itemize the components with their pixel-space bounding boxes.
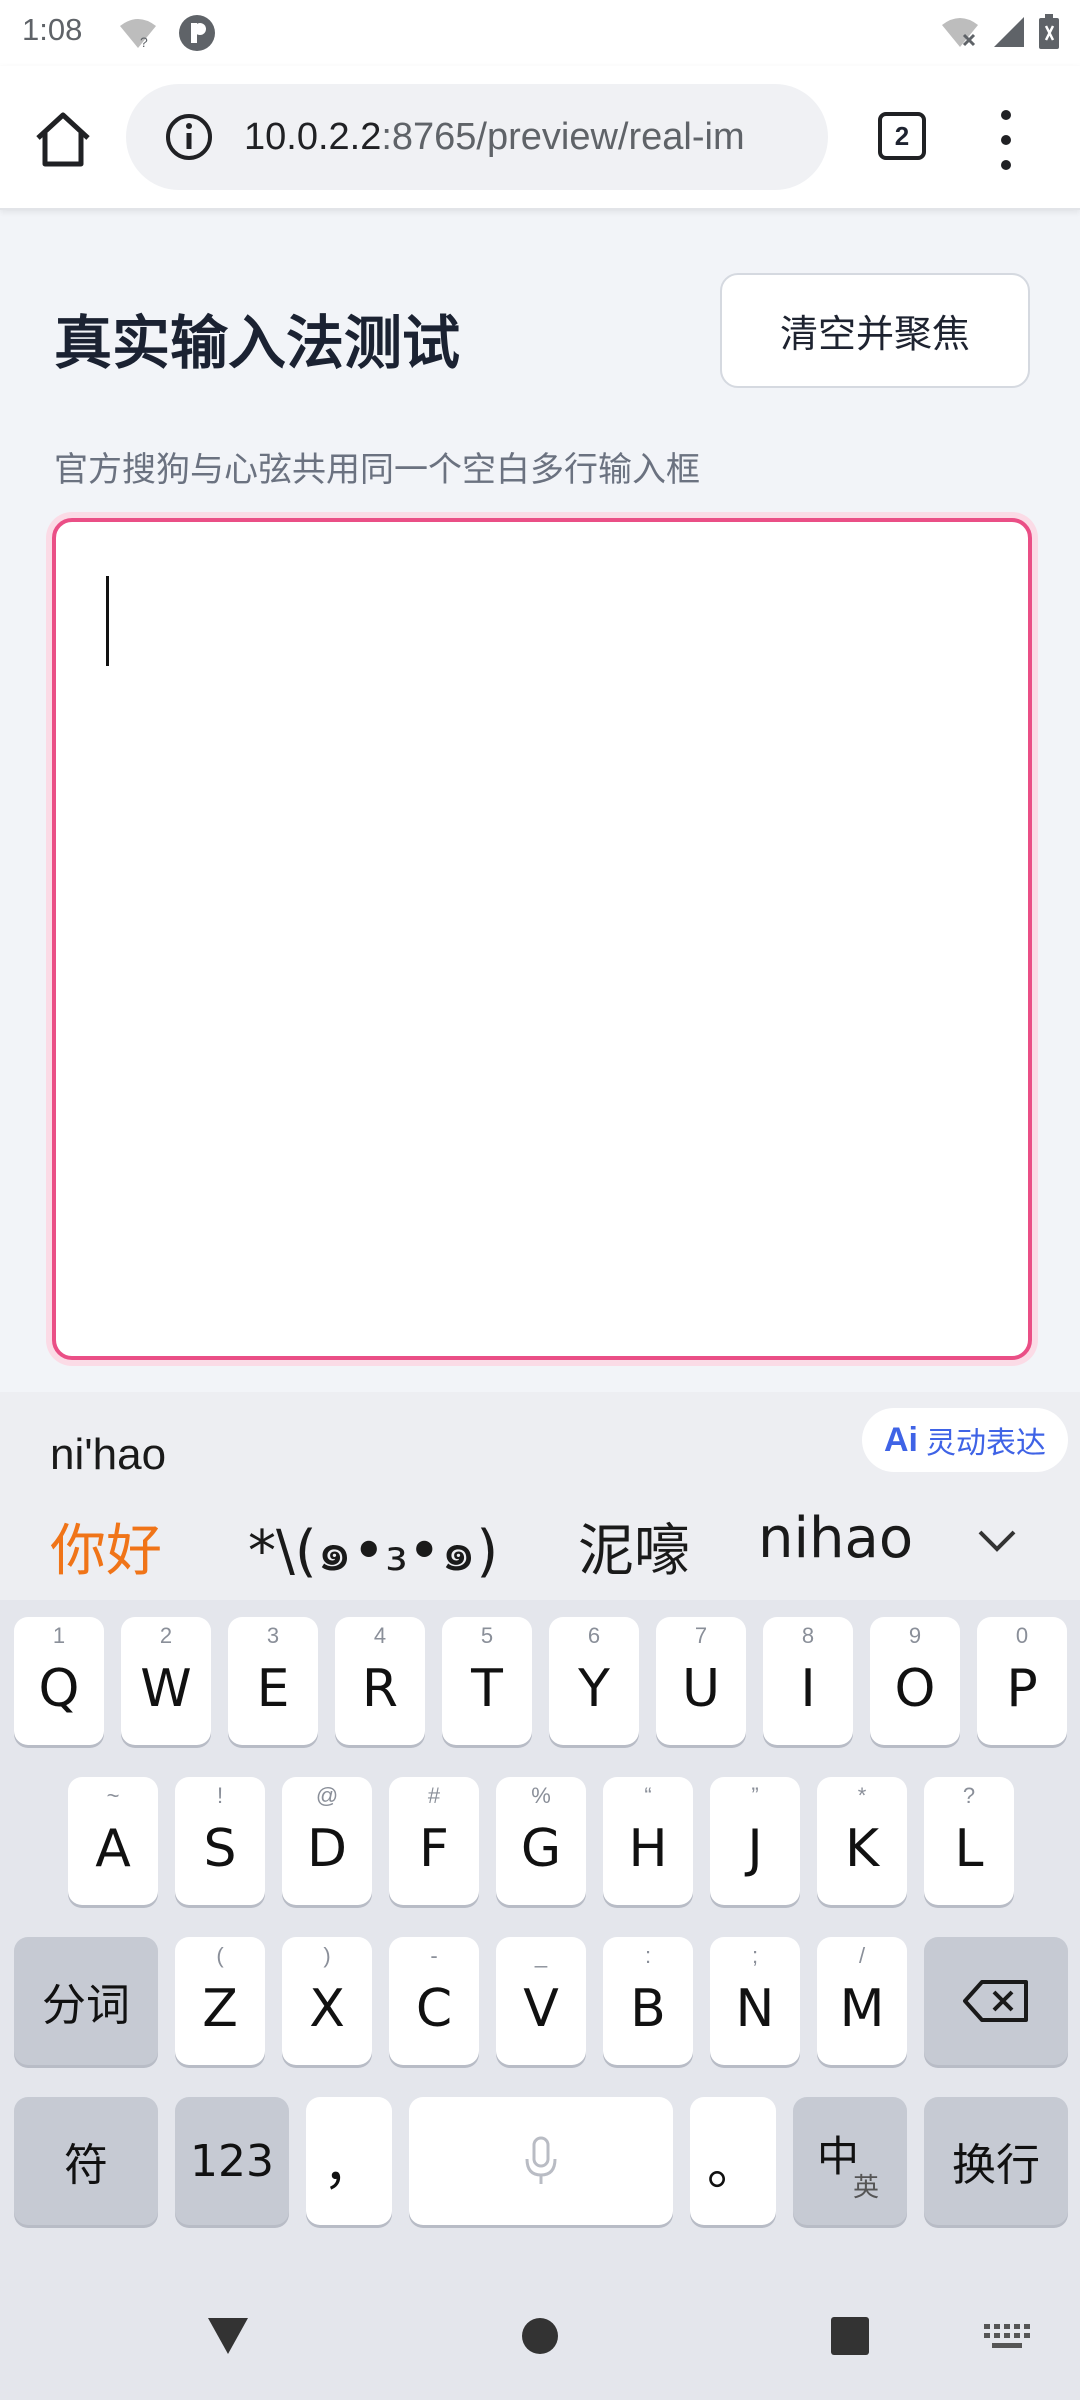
recents-square-icon[interactable] [830,2316,870,2356]
status-system-icons [940,14,1060,50]
key-u[interactable]: 7U [656,1617,746,1745]
back-triangle-icon[interactable] [206,2316,250,2356]
key-f[interactable]: # F [389,1777,479,1905]
key-n[interactable]: ; N [710,1937,800,2065]
number-key[interactable]: 123 [175,2097,289,2225]
key-a[interactable]: ~ A [68,1777,158,1905]
address-bar[interactable]: 10.0.2.2:8765/preview/real-im [126,84,828,190]
ime-keyboard: ni'hao Ai 灵动表达 你好 *\(๑•₃•๑) 泥嚎 nihao 1Q … [0,1392,1080,2400]
candidate-2[interactable]: *\(๑•₃•๑) [248,1506,498,1595]
key-z[interactable]: (Z [175,1937,265,2065]
key-r[interactable]: 4R [335,1617,425,1745]
url-text[interactable]: 10.0.2.2:8765/preview/real-im [244,116,804,159]
svg-text:?: ? [140,34,148,50]
comma-key[interactable]: ， [306,2097,392,2225]
more-menu-icon[interactable] [990,110,1022,170]
multiline-text-input[interactable] [52,518,1032,1360]
key-p[interactable]: 0P [977,1617,1067,1745]
candidate-4[interactable]: nihao [758,1506,913,1571]
key-v[interactable]: _ V [496,1937,586,2065]
key-t[interactable]: 5T [442,1617,532,1745]
key-d[interactable]: @ D [282,1777,372,1905]
key-o[interactable]: 9O [870,1617,960,1745]
keyboard-toggle-icon[interactable] [984,2324,1030,2350]
microphone-icon [525,2136,557,2184]
status-bar: 1:08 ? [0,0,1080,66]
browser-toolbar: 10.0.2.2:8765/preview/real-im 2 [0,66,1080,210]
key-g[interactable]: % G [496,1777,586,1905]
cell-signal-icon [994,17,1024,47]
page-subtitle: 官方搜狗与心弦共用同一个空白多行输入框 [54,450,700,490]
tab-switcher-button[interactable]: 2 [878,112,926,160]
ai-expression-button[interactable]: Ai 灵动表达 [862,1408,1068,1472]
url-host: 10.0.2.2 [244,115,382,158]
enter-key[interactable]: 换行 [924,2097,1068,2225]
info-icon[interactable] [164,112,214,162]
key-w[interactable]: 2W [121,1617,211,1745]
segment-key[interactable]: 分词 [14,1937,158,2065]
key-e[interactable]: 3E [228,1617,318,1745]
key-q[interactable]: 1Q [14,1617,104,1745]
language-switch-key[interactable]: 中 英 [793,2097,907,2225]
candidate-1[interactable]: 你好 [50,1506,162,1587]
key-s[interactable]: ! S [175,1777,265,1905]
key-c[interactable]: -C [389,1937,479,2065]
pinyin-composition: ni'hao [50,1430,167,1479]
wifi-question-icon: ? [120,19,156,50]
text-caret [106,576,109,666]
status-notification-icons: ? [118,14,216,52]
key-b[interactable]: :B [603,1937,693,2065]
key-m[interactable]: / M [817,1937,907,2065]
backspace-icon [963,1980,1028,2022]
wifi-off-icon [942,18,978,47]
period-key[interactable]: 。 [690,2097,776,2225]
status-time: 1:08 [22,12,83,47]
system-nav-bar [0,2268,1080,2400]
ai-icon: Ai [884,1420,918,1459]
key-y[interactable]: 6Y [549,1617,639,1745]
tab-count: 2 [894,120,910,151]
battery-icon [1039,14,1059,49]
home-icon[interactable] [30,106,96,172]
ai-expression-label: 灵动表达 [926,1426,1046,1461]
candidate-3[interactable]: 泥嚎 [578,1506,690,1587]
key-i[interactable]: 8I [763,1617,853,1745]
key-j[interactable]: ” J [710,1777,800,1905]
key-x[interactable]: ) X [282,1937,372,2065]
key-k[interactable]: * K [817,1777,907,1905]
page-title: 真实输入法测试 [54,309,461,377]
key-l[interactable]: ? L [924,1777,1014,1905]
lang-sub-label: 英 [853,2173,880,2203]
clear-and-focus-button[interactable]: 清空并聚焦 [720,273,1030,388]
app-notification-icon [179,15,215,51]
symbol-key[interactable]: 符 [14,2097,158,2225]
backspace-key[interactable] [924,1937,1068,2065]
key-h[interactable]: “H [603,1777,693,1905]
chevron-down-icon[interactable] [972,1516,1022,1566]
space-key[interactable] [409,2097,673,2225]
home-circle-icon[interactable] [520,2316,560,2356]
candidate-bar: ni'hao Ai 灵动表达 你好 *\(๑•₃•๑) 泥嚎 nihao [0,1392,1080,1600]
url-path: :8765/preview/real-im [381,115,745,158]
